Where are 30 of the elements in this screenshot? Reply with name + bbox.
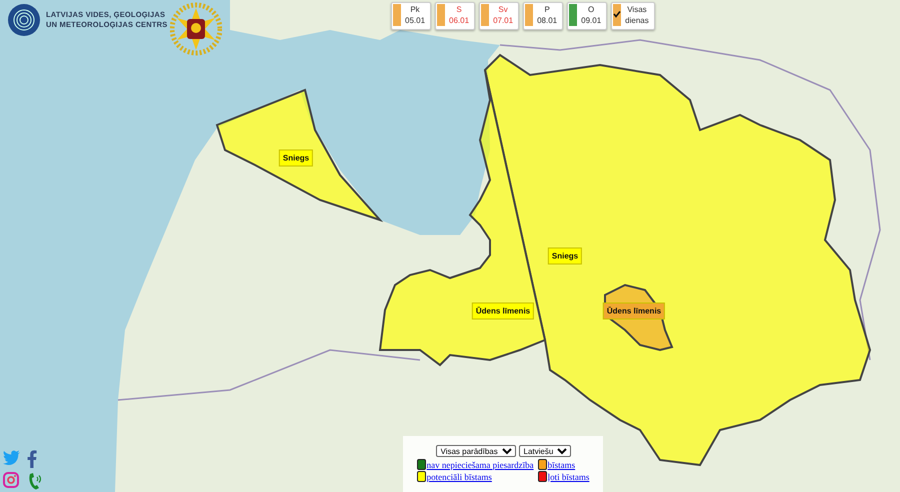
warning-label: Ūdens līmenis: [472, 302, 534, 320]
day-label: O 09.01: [580, 4, 602, 27]
warning-label: Sniegs: [278, 150, 314, 166]
day-tab[interactable]: O 09.01: [567, 2, 608, 30]
legend-link[interactable]: potenciāli bīstams: [426, 472, 492, 482]
camera-icon[interactable]: [3, 472, 19, 488]
legend-link[interactable]: nav nepieciešama piesardzība: [426, 460, 534, 470]
day-label: Pk 05.01: [404, 4, 426, 27]
day-tab[interactable]: Sv 07.01: [479, 2, 520, 30]
warning-label: Ūdens līmenis: [602, 302, 666, 320]
day-label: Sv 07.01: [492, 4, 514, 27]
all-days-label: Visas dienas: [624, 4, 650, 27]
day-tab[interactable]: P 08.01: [523, 2, 564, 30]
emblem-icon: [170, 2, 222, 56]
facebook-icon[interactable]: [27, 450, 37, 468]
day-label: S 06.01: [448, 4, 470, 27]
all-days-toggle[interactable]: Visas dienas: [611, 2, 655, 30]
language-select[interactable]: Latviešu: [518, 445, 570, 457]
day-tab[interactable]: Pk 05.01: [391, 2, 432, 30]
phone-icon[interactable]: [27, 472, 43, 490]
day-label: P 08.01: [536, 4, 558, 27]
check-icon: [613, 10, 622, 18]
legend-link[interactable]: bīstams: [548, 460, 576, 470]
warning-label: Sniegs: [548, 248, 582, 264]
warning-area[interactable]: [216, 88, 384, 222]
phenomenon-select[interactable]: Visas parādības: [436, 445, 516, 457]
warning-area[interactable]: [378, 69, 546, 366]
day-tab[interactable]: S 06.01: [435, 2, 476, 30]
legend-link[interactable]: ļoti bīstams: [548, 472, 590, 482]
logo-icon: [8, 4, 40, 36]
